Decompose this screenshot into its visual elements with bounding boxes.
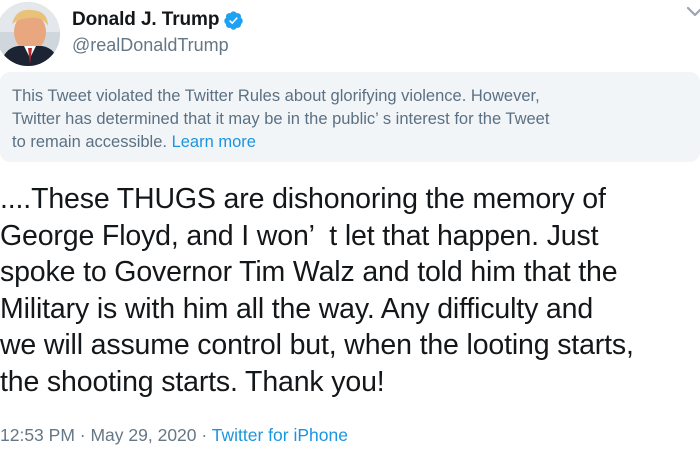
avatar[interactable] xyxy=(0,2,60,66)
meta-separator: · xyxy=(74,425,91,445)
user-handle[interactable]: @realDonaldTrump xyxy=(72,35,229,56)
chevron-down-icon[interactable] xyxy=(684,4,700,22)
tweet-time[interactable]: 12:53 PM xyxy=(0,425,75,445)
learn-more-link[interactable]: Learn more xyxy=(172,133,256,151)
display-name[interactable]: Donald J. Trump xyxy=(72,9,219,31)
notice-message: This Tweet violated the Twitter Rules ab… xyxy=(12,87,550,151)
avatar-image xyxy=(0,2,60,66)
meta-separator: · xyxy=(196,425,212,445)
name-row: Donald J. Trump xyxy=(72,9,244,31)
tweet-header: Donald J. Trump @realDonaldTrump xyxy=(0,0,700,68)
notice-text: This Tweet violated the Twitter Rules ab… xyxy=(12,85,692,154)
tweet-source-link[interactable]: Twitter for iPhone xyxy=(212,425,348,445)
verified-badge-icon xyxy=(223,10,244,31)
violation-notice: This Tweet violated the Twitter Rules ab… xyxy=(0,72,700,162)
tweet-text: ....These THUGS are dishonoring the memo… xyxy=(0,183,634,398)
tweet-meta: 12:53 PM · May 29, 2020 · Twitter for iP… xyxy=(0,425,348,446)
tweet-date[interactable]: May 29, 2020 xyxy=(90,425,196,445)
tweet-card: Donald J. Trump @realDonaldTrump This Tw… xyxy=(0,0,700,454)
